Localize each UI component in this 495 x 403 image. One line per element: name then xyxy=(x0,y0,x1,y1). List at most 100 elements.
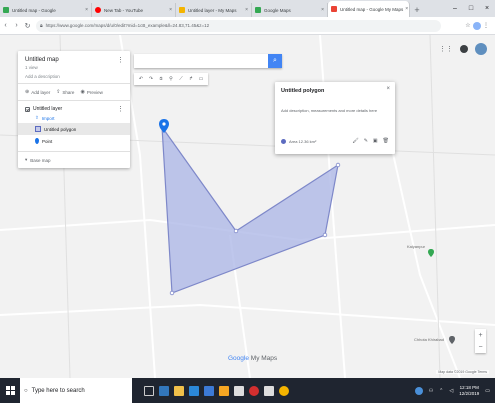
browser-tab[interactable]: New Tab - YouTube × xyxy=(92,3,176,17)
feature-label: Untitled polygon xyxy=(44,126,77,132)
layer-options-icon[interactable]: ⋮ xyxy=(117,105,124,113)
lock-icon: 🔒︎ xyxy=(40,22,43,29)
back-icon[interactable]: ‹ xyxy=(0,22,11,29)
map-title[interactable]: Untitled map xyxy=(25,57,123,63)
search-button[interactable]: ⌕ xyxy=(268,54,282,68)
forward-icon[interactable]: › xyxy=(11,22,22,29)
url-input[interactable]: 🔒︎ https://www.google.com/maps/d/u/0/edi… xyxy=(36,19,441,32)
tab-label: New Tab - YouTube xyxy=(104,7,144,13)
drawing-toolbar: ↶ ↷ ✋︎ ⚲ ⟋ ↱ ▭ xyxy=(134,73,208,85)
ruler-icon[interactable]: ▭ xyxy=(196,76,206,82)
store-icon[interactable] xyxy=(189,385,199,396)
browser-tab-active[interactable]: Untitled map - Google My Maps × xyxy=(328,1,410,17)
task-view-icon[interactable] xyxy=(144,385,154,396)
tab-label: Untitled map - Google My Maps xyxy=(340,6,404,12)
browser-tab[interactable]: Google Maps × xyxy=(252,3,328,17)
undo-icon[interactable]: ↶ xyxy=(136,76,146,82)
clock[interactable]: 12:18 PM 12/2/2019 xyxy=(459,385,479,397)
chevron-down-icon: ▾ xyxy=(25,157,28,162)
feature-item-polygon[interactable]: Untitled polygon xyxy=(18,123,130,135)
layer-title[interactable]: Untitled layer xyxy=(33,106,62,112)
windows-taskbar: ○ Type here to search ⚇ ⌃ ◁ 12:18 PM 12/… xyxy=(0,378,495,403)
new-tab-button[interactable]: + xyxy=(410,3,424,17)
close-icon[interactable]: × xyxy=(386,86,390,92)
marker-icon[interactable]: ⚲ xyxy=(166,76,176,82)
app-icon[interactable] xyxy=(219,385,229,396)
feature-item-point[interactable]: Point xyxy=(25,135,123,147)
feature-label: Point xyxy=(42,138,53,144)
zoom-in-icon[interactable]: + xyxy=(478,332,482,339)
maximize-icon[interactable]: □ xyxy=(463,0,479,17)
reload-icon[interactable]: ↻ xyxy=(22,22,33,30)
start-button[interactable] xyxy=(0,378,20,403)
add-layer-icon: ⊕ xyxy=(25,89,30,95)
people-icon[interactable]: ⚇ xyxy=(429,388,433,394)
route-icon[interactable]: ↱ xyxy=(186,76,196,82)
delete-icon[interactable]: 🗑︎ xyxy=(383,138,389,144)
preview-button[interactable]: ◉ Preview xyxy=(80,89,102,95)
map-attribution[interactable]: Map data ©2019 Google Terms xyxy=(436,370,489,374)
account-icon[interactable] xyxy=(460,45,468,53)
network-icon[interactable]: ⌃ xyxy=(439,388,443,394)
edit-icon[interactable]: ✎ xyxy=(364,138,368,144)
apps-grid-icon[interactable]: ⋮⋮ xyxy=(439,45,453,53)
line-icon[interactable]: ⟋ xyxy=(176,76,186,82)
base-map-toggle[interactable]: ▾ Base map xyxy=(18,151,130,168)
close-window-icon[interactable]: × xyxy=(479,0,495,17)
notification-icon[interactable]: ▭ xyxy=(485,388,490,394)
search-box: ⌕ xyxy=(134,54,282,68)
volume-icon[interactable]: ◁ xyxy=(449,388,453,394)
windows-logo-icon xyxy=(5,386,15,395)
screen: Untitled map - Google × New Tab - YouTub… xyxy=(0,0,495,403)
address-bar-row: ‹ › ↻ 🔒︎ https://www.google.com/maps/d/u… xyxy=(0,17,495,35)
close-tab-icon[interactable]: × xyxy=(167,7,172,13)
taskbar-search[interactable]: ○ Type here to search xyxy=(20,378,132,403)
tab-favicon xyxy=(331,6,337,12)
map-views: 1 view xyxy=(25,65,38,70)
search-input[interactable] xyxy=(134,54,268,68)
browser-tab[interactable]: Untitled layer - My Maps × xyxy=(176,3,252,17)
hand-icon[interactable]: ✋︎ xyxy=(156,76,166,82)
map-legend-panel: Untitled map 1 view Add a description ⋮ … xyxy=(18,51,130,168)
mail-icon[interactable] xyxy=(204,385,214,396)
shield-icon[interactable] xyxy=(264,385,274,396)
file-explorer-icon[interactable] xyxy=(174,385,184,396)
zoom-out-icon[interactable]: − xyxy=(478,344,482,351)
redo-icon[interactable]: ↷ xyxy=(146,76,156,82)
layer-checkbox[interactable] xyxy=(25,106,30,112)
avatar[interactable] xyxy=(475,43,487,55)
map-pin xyxy=(159,119,169,133)
tab-label: Google Maps xyxy=(264,7,291,13)
share-button[interactable]: ⇪ Share xyxy=(56,89,74,95)
camera-icon[interactable] xyxy=(234,385,244,396)
browser-tab[interactable]: Untitled map - Google × xyxy=(0,3,92,17)
feature-title[interactable]: Untitled polygon xyxy=(281,88,324,94)
tab-favicon xyxy=(255,7,261,13)
import-link[interactable]: ⇧ Import xyxy=(25,112,123,123)
image-icon[interactable]: ▣ xyxy=(373,138,378,144)
close-tab-icon[interactable]: × xyxy=(243,7,248,13)
map-canvas[interactable]: Untitled map 1 view Add a description ⋮ … xyxy=(0,35,495,378)
browser-menu-icon[interactable]: ⋮ xyxy=(481,22,491,29)
close-tab-icon[interactable]: × xyxy=(83,7,88,13)
bookmark-star-icon[interactable]: ☆ xyxy=(463,22,473,29)
tab-favicon xyxy=(3,7,9,13)
chrome-icon[interactable] xyxy=(279,385,289,396)
close-tab-icon[interactable]: × xyxy=(319,7,324,13)
place-label: Chhota Khirabad xyxy=(413,337,445,342)
paint-style-icon[interactable]: 🖌︎ xyxy=(352,138,358,144)
window-controls: – □ × xyxy=(447,0,495,17)
add-layer-button[interactable]: ⊕ Add layer xyxy=(25,89,50,95)
tray-app-icon[interactable] xyxy=(414,386,423,395)
tab-label: Untitled map - Google xyxy=(12,7,56,13)
profile-avatar[interactable] xyxy=(473,21,481,30)
map-options-icon[interactable]: ⋮ xyxy=(117,56,124,64)
tab-label: Untitled layer - My Maps xyxy=(188,7,237,13)
edge-icon[interactable] xyxy=(159,385,169,396)
style-color-icon xyxy=(281,138,286,144)
close-tab-icon[interactable]: × xyxy=(403,6,408,12)
minimize-icon[interactable]: – xyxy=(447,0,463,17)
opera-icon[interactable] xyxy=(249,385,259,396)
feature-description[interactable]: Add description, measurements and more d… xyxy=(281,108,385,114)
map-description[interactable]: Add a description xyxy=(25,74,123,79)
